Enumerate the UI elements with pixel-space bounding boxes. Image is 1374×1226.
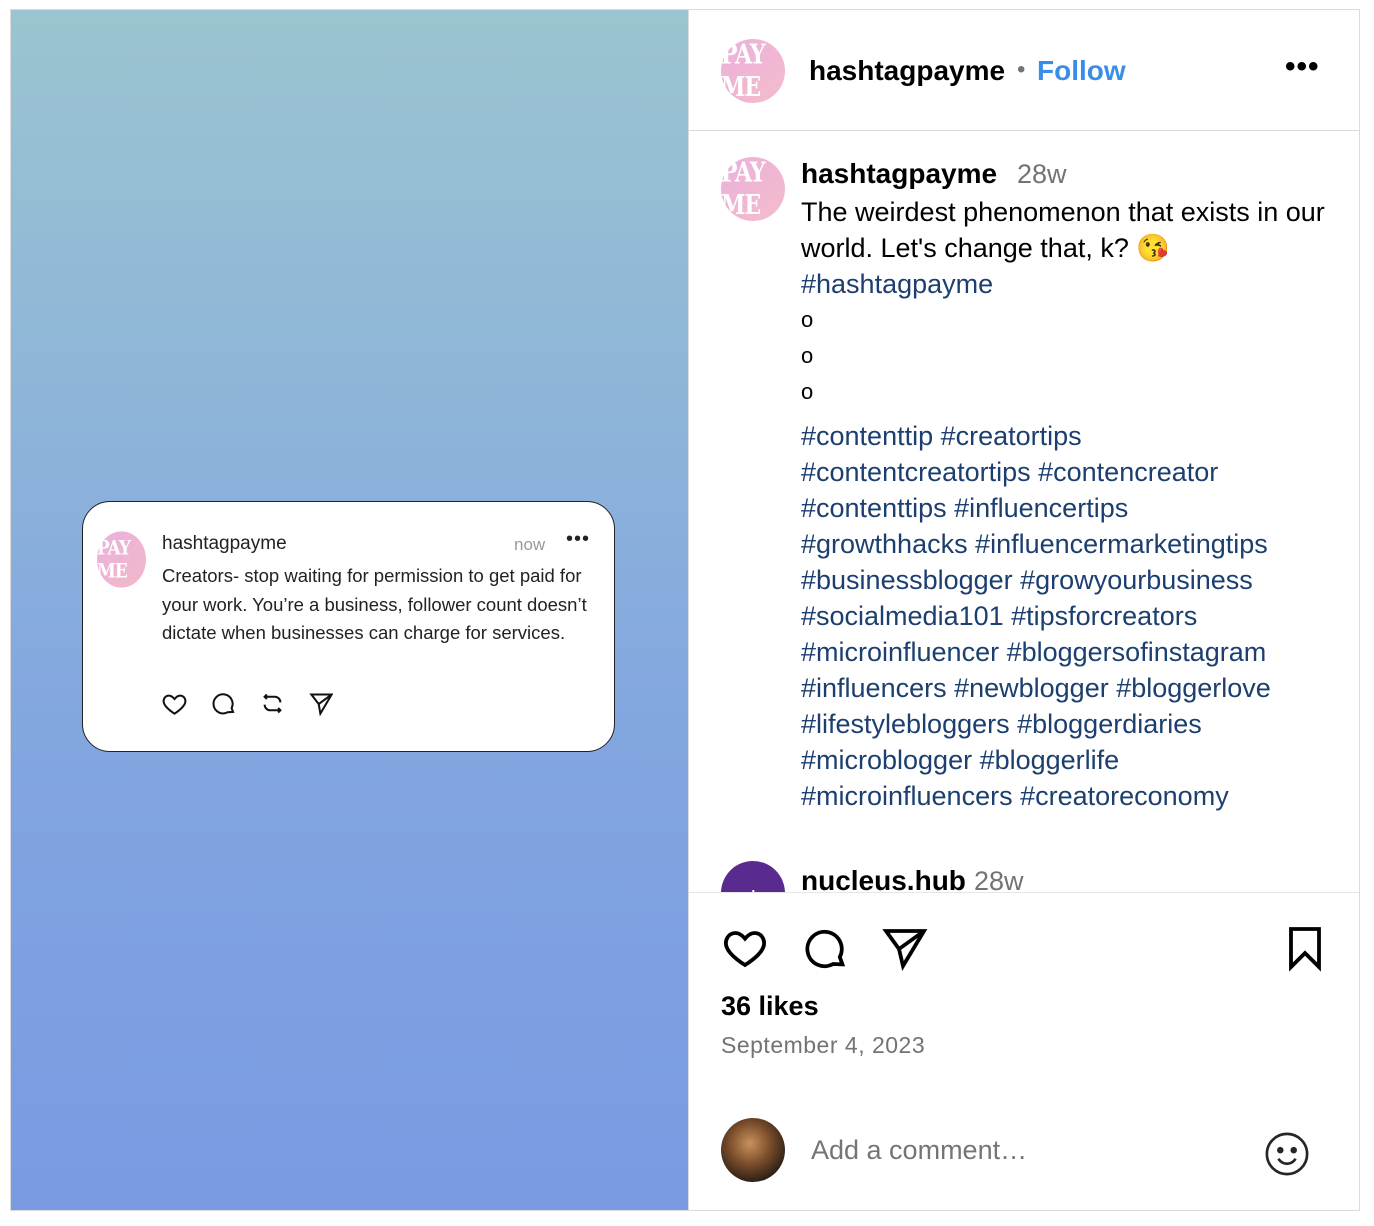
hashtag-line[interactable]: #microinfluencer #bloggersofinstagram (801, 634, 1341, 670)
comments-section[interactable]: PAY ME hashtagpayme 28w The weirdest phe… (689, 132, 1359, 893)
hashtag-line[interactable]: #lifestylebloggers #bloggerdiaries (801, 706, 1341, 742)
card-text: Creators- stop waiting for permission to… (162, 565, 587, 643)
hashtag-line[interactable]: #microblogger #bloggerlife (801, 742, 1341, 778)
like-heart-icon[interactable] (721, 924, 769, 972)
caption-dot: o (801, 379, 814, 404)
bookmark-icon[interactable] (1281, 924, 1329, 972)
follow-button[interactable]: Follow (1037, 55, 1126, 87)
caption-body: The weirdest phenomenon that exists in o… (801, 194, 1341, 814)
hashtag-line[interactable]: #contenttip #creatortips (801, 418, 1341, 454)
comment-icon[interactable] (801, 924, 849, 972)
caption-username[interactable]: hashtagpayme (801, 158, 997, 190)
comment-avatar-nucleus[interactable]: nucleus (721, 861, 785, 892)
share-icon[interactable] (881, 924, 929, 972)
hashtag-list: #contenttip #creatortips #contentcreator… (801, 418, 1341, 814)
threads-post-card: PAY ME hashtagpayme now ••• Creators- st… (82, 501, 615, 752)
hashtag-line[interactable]: #influencers #newblogger #bloggerlove (801, 670, 1341, 706)
emoji-icon[interactable] (1264, 1131, 1310, 1177)
card-timestamp: now (514, 535, 546, 554)
header-separator: • (1017, 56, 1026, 83)
card-share-icon (309, 693, 334, 717)
card-avatar: PAY ME (97, 531, 146, 588)
hashtag-line[interactable]: #contenttips #influencertips (801, 490, 1341, 526)
post-date: September 4, 2023 (721, 1032, 926, 1058)
card-actions (161, 690, 335, 717)
add-comment-input[interactable] (811, 1135, 1231, 1166)
hashtag-line[interactable]: #microinfluencers #creatoreconomy (801, 778, 1341, 814)
post-header: PAY ME hashtagpayme • Follow ••• (689, 10, 1359, 131)
caption-dot: o (801, 343, 814, 368)
header-avatar[interactable]: PAY ME (721, 39, 785, 104)
current-user-avatar (721, 1118, 785, 1182)
caption-dot: o (801, 307, 814, 332)
post-media[interactable]: PAY ME hashtagpayme now ••• Creators- st… (11, 10, 688, 1210)
post-details-panel: PAY ME hashtagpayme • Follow ••• PAY ME … (688, 10, 1359, 1210)
comment-timestamp: 28w (974, 866, 1024, 893)
hashtag-line[interactable]: #businessblogger #growyourbusiness (801, 562, 1341, 598)
caption-text: The weirdest phenomenon that exists in o… (801, 197, 1325, 263)
more-options-icon[interactable]: ••• (1285, 50, 1320, 84)
header-username[interactable]: hashtagpayme (809, 55, 1005, 87)
card-repost-icon (263, 693, 282, 714)
likes-count[interactable]: 36 likes (721, 991, 819, 1022)
card-more-icon: ••• (566, 528, 591, 550)
comment-username[interactable]: nucleus.hub (801, 865, 966, 892)
hashtag-line[interactable]: #socialmedia101 #tipsforcreators (801, 598, 1341, 634)
caption-timestamp: 28w (1017, 159, 1067, 189)
card-heart-icon (162, 694, 187, 715)
caption-avatar[interactable]: PAY ME (721, 157, 785, 222)
hashtag-line[interactable]: #contentcreatortips #contencreator (801, 454, 1341, 490)
card-comment-icon (212, 693, 235, 715)
hashtag-link[interactable]: #hashtagpayme (801, 266, 1341, 302)
post-actions: 36 likes September 4, 2023 (689, 894, 1359, 1210)
card-username: hashtagpayme (162, 533, 287, 554)
post-modal: PAY ME hashtagpayme now ••• Creators- st… (10, 9, 1360, 1211)
hashtag-line[interactable]: #growthhacks #influencermarketingtips (801, 526, 1341, 562)
